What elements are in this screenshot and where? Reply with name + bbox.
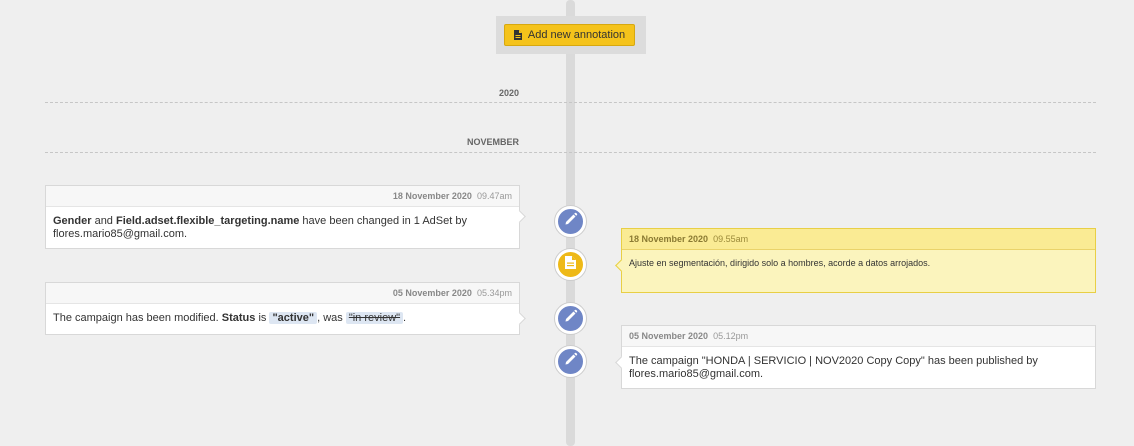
event-header: 05 November 2020 05.12pm	[622, 326, 1095, 347]
event-body: The campaign has been modified. Status i…	[46, 304, 519, 333]
edit-event-node[interactable]	[555, 303, 586, 334]
edit-event-node[interactable]	[555, 206, 586, 237]
event-body: Gender and Field.adset.flexible_targetin…	[46, 207, 519, 249]
annotation-text: Ajuste en segmentación, dirigido solo a …	[629, 258, 931, 268]
edit-event-node[interactable]	[555, 346, 586, 377]
add-annotation-area: Add new annotation	[496, 16, 646, 54]
event-header: 18 November 2020 09.55am	[622, 229, 1095, 250]
event-time: 05.12pm	[713, 331, 749, 341]
month-divider-label: NOVEMBER	[466, 137, 519, 147]
event-text: The campaign has been modified.	[53, 312, 222, 324]
pencil-icon	[564, 309, 578, 328]
event-time: 09.55am	[713, 234, 749, 244]
timeline-event-card: 05 November 2020 05.34pm The campaign ha…	[45, 282, 520, 335]
new-value-badge: "active"	[269, 312, 318, 324]
timeline-event-card: 05 November 2020 05.12pm The campaign "H…	[621, 325, 1096, 389]
pencil-icon	[564, 352, 578, 371]
annotation-note-card: 18 November 2020 09.55am Ajuste en segme…	[621, 228, 1096, 293]
event-header: 05 November 2020 05.34pm	[46, 283, 519, 304]
add-annotation-button[interactable]: Add new annotation	[504, 24, 635, 46]
event-text: , was	[317, 312, 346, 324]
old-value-badge: "in review"	[345, 312, 404, 324]
month-divider	[45, 152, 1096, 153]
year-divider	[45, 102, 1096, 103]
event-body: The campaign "HONDA | SERVICIO | NOV2020…	[629, 355, 1038, 380]
changed-field: Gender	[53, 215, 92, 227]
document-icon	[565, 255, 576, 274]
changed-field: Status	[221, 312, 256, 324]
document-icon	[513, 30, 522, 40]
event-text: .	[403, 312, 407, 324]
event-date: 18 November 2020	[392, 191, 472, 201]
event-time: 09.47am	[476, 191, 512, 201]
event-time: 05.34pm	[476, 288, 512, 298]
timeline-event-card: 18 November 2020 09.47am Gender and Fiel…	[45, 185, 520, 249]
event-header: 18 November 2020 09.47am	[46, 186, 519, 207]
event-text: is	[255, 312, 270, 324]
event-date: 05 November 2020	[392, 288, 472, 298]
add-annotation-label: Add new annotation	[527, 29, 626, 41]
year-divider-label: 2020	[498, 88, 519, 98]
pencil-icon	[564, 212, 578, 231]
note-event-node[interactable]	[555, 249, 586, 280]
changed-field: Field.adset.flexible_targeting.name	[115, 215, 300, 227]
event-date: 18 November 2020	[629, 234, 709, 244]
event-date: 05 November 2020	[629, 331, 709, 341]
event-text: and	[91, 215, 116, 227]
